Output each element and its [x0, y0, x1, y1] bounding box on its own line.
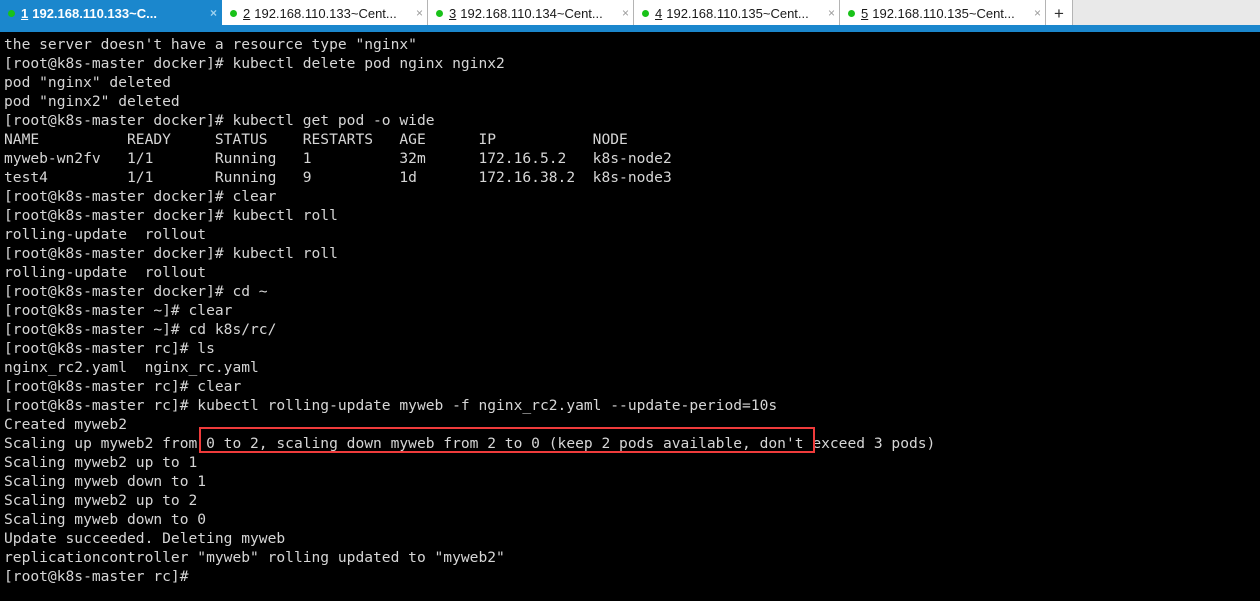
tab-index-4: 4 — [655, 5, 663, 21]
connection-status-dot-icon — [436, 9, 443, 17]
tab-bar-empty-area — [1073, 0, 1260, 26]
tab-index-2: 2 — [243, 5, 251, 21]
terminal-line: pod "nginx2" deleted — [4, 93, 180, 110]
terminal-line: pod "nginx" deleted — [4, 74, 171, 91]
tab-bar: 1 192.168.110.133~C... × 2 192.168.110.1… — [0, 0, 1260, 32]
terminal-line: NAME READY STATUS RESTARTS AGE IP NODE — [4, 131, 628, 148]
terminal-line: myweb-wn2fv 1/1 Running 1 32m 172.16.5.2… — [4, 150, 672, 167]
tab-label-3: 192.168.110.134~Cent... — [460, 5, 603, 21]
terminal-line: [root@k8s-master docker]# clear — [4, 188, 277, 205]
terminal-line: [root@k8s-master docker]# kubectl delete… — [4, 55, 505, 72]
connection-status-dot-icon — [230, 9, 237, 17]
close-icon[interactable]: × — [614, 7, 629, 19]
tab-index-1: 1 — [21, 5, 29, 21]
tab-index-3: 3 — [449, 5, 457, 21]
terminal-line: [root@k8s-master docker]# kubectl get po… — [4, 112, 435, 129]
close-icon[interactable]: × — [408, 7, 423, 19]
terminal-line: [root@k8s-master docker]# kubectl roll — [4, 207, 338, 224]
tab-label-4: 192.168.110.135~Cent... — [666, 5, 809, 21]
tab-label-2: 192.168.110.133~Cent... — [254, 5, 397, 21]
terminal-line: Update succeeded. Deleting myweb — [4, 530, 286, 547]
terminal-line: rolling-update rollout — [4, 226, 207, 243]
terminal-line: rolling-update rollout — [4, 264, 207, 281]
tab-label-1: 192.168.110.133~C... — [32, 5, 157, 21]
terminal-tab-2[interactable]: 2 192.168.110.133~Cent... × — [222, 0, 428, 26]
terminal-line: [root@k8s-master docker]# cd ~ — [4, 283, 268, 300]
terminal-line: Scaling myweb down to 1 — [4, 473, 207, 490]
terminal-line: [root@k8s-master ~]# clear — [4, 302, 233, 319]
terminal-line: [root@k8s-master rc]# kubectl rolling-up… — [4, 397, 778, 414]
terminal-line: test4 1/1 Running 9 1d 172.16.38.2 k8s-n… — [4, 169, 672, 186]
terminal-line: replicationcontroller "myweb" rolling up… — [4, 549, 505, 566]
terminal-output: the server doesn't have a resource type … — [4, 35, 935, 586]
tab-label-5: 192.168.110.135~Cent... — [872, 5, 1015, 21]
terminal-tab-3[interactable]: 3 192.168.110.134~Cent... × — [428, 0, 634, 26]
terminal-line: Created myweb2 — [4, 416, 128, 433]
connection-status-dot-icon — [848, 9, 855, 17]
close-icon[interactable]: × — [1026, 7, 1041, 19]
terminal-tab-5[interactable]: 5 192.168.110.135~Cent... × — [840, 0, 1046, 26]
terminal-tab-1[interactable]: 1 192.168.110.133~C... × — [0, 0, 222, 26]
connection-status-dot-icon — [642, 9, 649, 17]
terminal-line: [root@k8s-master rc]# ls — [4, 340, 215, 357]
terminal-tab-4[interactable]: 4 192.168.110.135~Cent... × — [634, 0, 840, 26]
close-icon[interactable]: × — [202, 7, 217, 19]
terminal-line: [root@k8s-master ~]# cd k8s/rc/ — [4, 321, 277, 338]
terminal-line: Scaling myweb2 up to 2 — [4, 492, 198, 509]
terminal-line: [root@k8s-master rc]# — [4, 568, 198, 585]
terminal-line: [root@k8s-master docker]# kubectl roll — [4, 245, 338, 262]
new-tab-button[interactable]: + — [1046, 0, 1073, 26]
terminal-line: [root@k8s-master rc]# clear — [4, 378, 242, 395]
terminal-line: the server doesn't have a resource type … — [4, 36, 417, 53]
terminal-line: Scaling myweb2 up to 1 — [4, 454, 198, 471]
tab-bar-accent-underline — [0, 25, 1260, 32]
terminal-screen[interactable]: the server doesn't have a resource type … — [0, 32, 1260, 601]
terminal-line: nginx_rc2.yaml nginx_rc.yaml — [4, 359, 259, 376]
close-icon[interactable]: × — [820, 7, 835, 19]
terminal-line: Scaling myweb down to 0 — [4, 511, 207, 528]
connection-status-dot-icon — [8, 9, 15, 17]
terminal-line: Scaling up myweb2 from 0 to 2, scaling d… — [4, 435, 936, 452]
tab-index-5: 5 — [861, 5, 869, 21]
